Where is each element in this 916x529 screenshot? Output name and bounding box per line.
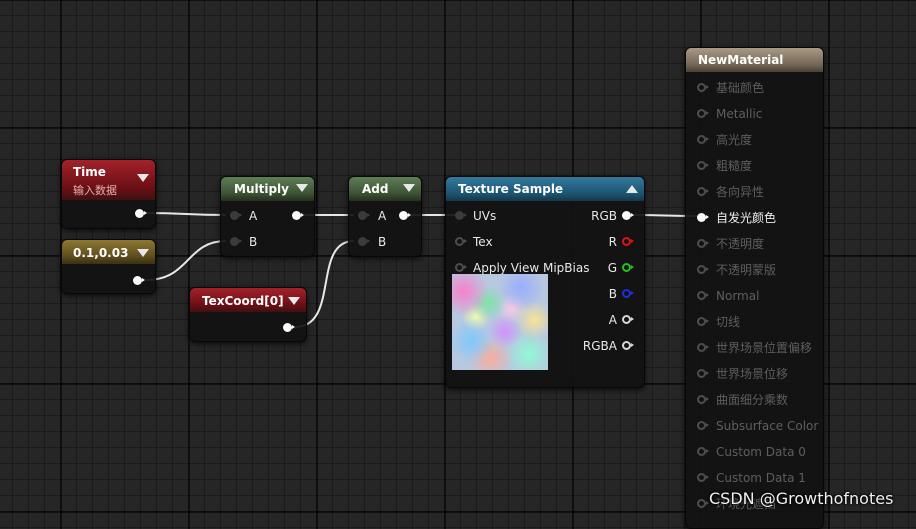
texture-g-label: G: [607, 261, 617, 275]
collapse-arrow-icon[interactable]: [403, 184, 415, 192]
material-node-header[interactable]: NewMaterial: [686, 48, 823, 72]
add-output-pin[interactable]: [399, 211, 411, 220]
texture-rgb-label: RGB: [591, 209, 617, 223]
material-input-label: 各向异性: [716, 185, 765, 199]
texture-mipbias-label: Apply View MipBias: [473, 261, 590, 275]
texture-tex-pin[interactable]: [455, 237, 467, 246]
add-input-a-pin[interactable]: [358, 211, 370, 220]
collapse-arrow-icon[interactable]: [288, 297, 300, 305]
material-input-label: 自发光颜色: [716, 211, 777, 225]
material-input-label: 不透明蒙版: [716, 263, 777, 277]
expand-arrow-icon[interactable]: [626, 185, 638, 193]
material-input-pin[interactable]: [697, 499, 709, 508]
material-input-pin[interactable]: [697, 343, 709, 352]
add-input-a-label: A: [378, 209, 387, 223]
texcoord-node-header[interactable]: TexCoord[0]: [190, 288, 306, 312]
material-result-node[interactable]: NewMaterial 基础颜色 Metallic 高光度粗糙度各向异性自发光颜色不…: [685, 47, 824, 529]
material-input-pin[interactable]: [697, 447, 709, 456]
material-node-title: NewMaterial: [698, 53, 784, 67]
texture-sample-node-title: Texture Sample: [458, 182, 564, 196]
constant-node-header[interactable]: 0.1,0.03: [62, 240, 155, 264]
material-input-label: 切线: [716, 315, 741, 329]
constant-node-title: 0.1,0.03: [73, 246, 129, 260]
texture-rgba-label: RGBA: [582, 339, 617, 353]
material-input-label: 不透明度: [716, 237, 765, 251]
material-input-label: 世界场景位置偏移: [716, 341, 813, 355]
add-node-title: Add: [362, 182, 389, 196]
material-input-pin[interactable]: [697, 421, 709, 430]
material-input-pin[interactable]: [697, 213, 709, 222]
texture-rgb-pin[interactable]: [622, 211, 634, 220]
texcoord-node[interactable]: TexCoord[0]: [189, 287, 307, 342]
wire-constant-to-multiply-b: [145, 240, 227, 281]
material-input-label: 高光度: [716, 133, 753, 147]
texture-sample-node-header[interactable]: Texture Sample: [446, 177, 644, 201]
material-input-label: 世界场景位移: [716, 367, 789, 381]
material-input-pin[interactable]: [697, 109, 709, 118]
material-input-label: Normal: [716, 289, 760, 303]
material-input-label: 曲面细分乘数: [716, 393, 789, 407]
texture-uvs-pin[interactable]: [455, 211, 467, 220]
texture-rgba-pin[interactable]: [622, 341, 634, 350]
material-input-label: Custom Data 1: [716, 471, 806, 485]
texture-sample-node[interactable]: Texture Sample UVs Tex Apply View MipBia…: [445, 176, 645, 388]
texture-r-label: R: [608, 235, 617, 249]
time-node[interactable]: Time 输入数据: [61, 159, 156, 229]
time-node-header[interactable]: Time 输入数据: [62, 160, 155, 200]
multiply-input-a-pin[interactable]: [230, 211, 242, 220]
texture-b-label: B: [608, 287, 617, 301]
texcoord-node-title: TexCoord[0]: [202, 294, 284, 308]
texture-mipbias-pin[interactable]: [455, 263, 467, 272]
texture-a-label: A: [608, 313, 617, 327]
time-node-title: Time: [73, 165, 106, 179]
constant-output-pin[interactable]: [133, 276, 145, 285]
material-input-pin[interactable]: [697, 135, 709, 144]
multiply-node[interactable]: Multiply A B: [220, 176, 315, 257]
texture-r-pin[interactable]: [622, 237, 634, 246]
multiply-node-title: Multiply: [234, 182, 289, 196]
material-input-pin[interactable]: [697, 239, 709, 248]
constant-node[interactable]: 0.1,0.03: [61, 239, 156, 294]
multiply-node-header[interactable]: Multiply: [221, 177, 314, 201]
multiply-output-pin[interactable]: [292, 211, 304, 220]
texture-tex-label: Tex: [473, 235, 493, 249]
material-input-pin[interactable]: [697, 369, 709, 378]
watermark: CSDN @Growthofnotes: [709, 489, 894, 508]
material-input-label: Custom Data 0: [716, 445, 806, 459]
add-node[interactable]: Add A B: [348, 176, 422, 257]
texture-b-pin[interactable]: [622, 289, 634, 298]
wire-time-to-multiply-a: [145, 212, 227, 216]
collapse-arrow-icon[interactable]: [137, 174, 149, 182]
add-input-b-label: B: [378, 235, 387, 249]
texcoord-output-pin[interactable]: [283, 323, 295, 332]
texture-preview-thumbnail: [452, 274, 548, 370]
material-input-label: 粗糙度: [716, 159, 753, 173]
material-input-pin[interactable]: [697, 83, 709, 92]
texture-uvs-label: UVs: [473, 209, 497, 223]
add-node-header[interactable]: Add: [349, 177, 421, 201]
multiply-input-b-pin[interactable]: [230, 237, 242, 246]
collapse-arrow-icon[interactable]: [137, 249, 149, 257]
material-input-label: 基础颜色: [716, 81, 765, 95]
add-input-b-pin[interactable]: [358, 237, 370, 246]
material-input-pin[interactable]: [697, 395, 709, 404]
texture-a-pin[interactable]: [622, 315, 634, 324]
material-input-label: Subsurface Color: [716, 419, 819, 433]
time-node-subtitle: 输入数据: [73, 184, 117, 197]
material-input-label: Metallic: [716, 107, 763, 121]
time-output-pin[interactable]: [135, 209, 147, 218]
material-input-pin[interactable]: [697, 291, 709, 300]
material-input-pin[interactable]: [697, 187, 709, 196]
material-input-pin[interactable]: [697, 473, 709, 482]
material-input-pin[interactable]: [697, 317, 709, 326]
material-input-pin[interactable]: [697, 265, 709, 274]
collapse-arrow-icon[interactable]: [296, 184, 308, 192]
material-input-pin[interactable]: [697, 161, 709, 170]
texture-g-pin[interactable]: [622, 263, 634, 272]
multiply-input-b-label: B: [249, 235, 258, 249]
multiply-input-a-label: A: [249, 209, 258, 223]
